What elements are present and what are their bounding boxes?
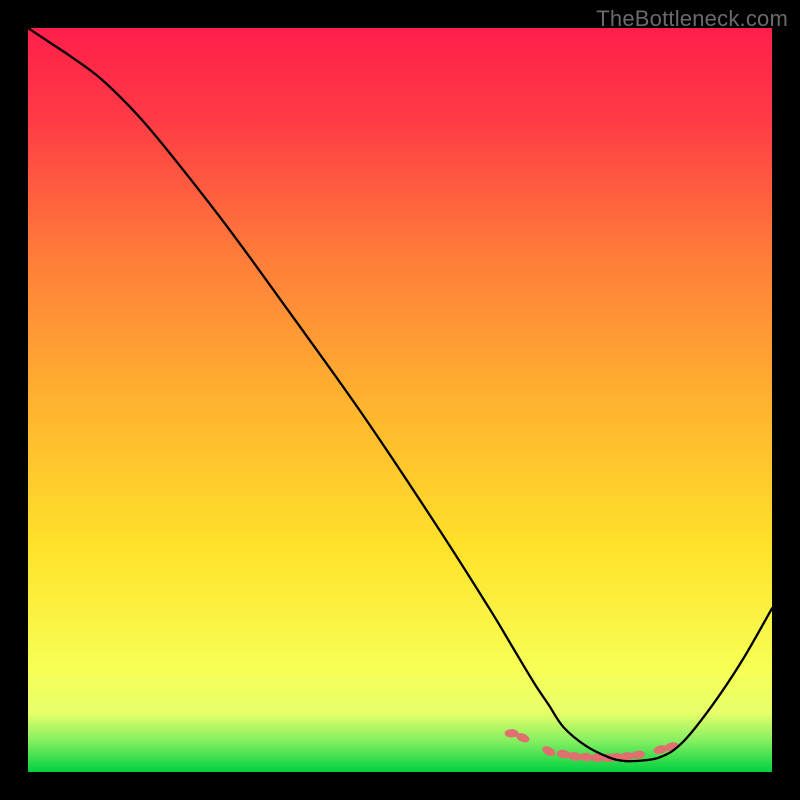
chart-svg bbox=[28, 28, 772, 772]
gradient-background bbox=[28, 28, 772, 772]
chart-frame bbox=[28, 28, 772, 772]
watermark-text: TheBottleneck.com bbox=[596, 6, 788, 32]
